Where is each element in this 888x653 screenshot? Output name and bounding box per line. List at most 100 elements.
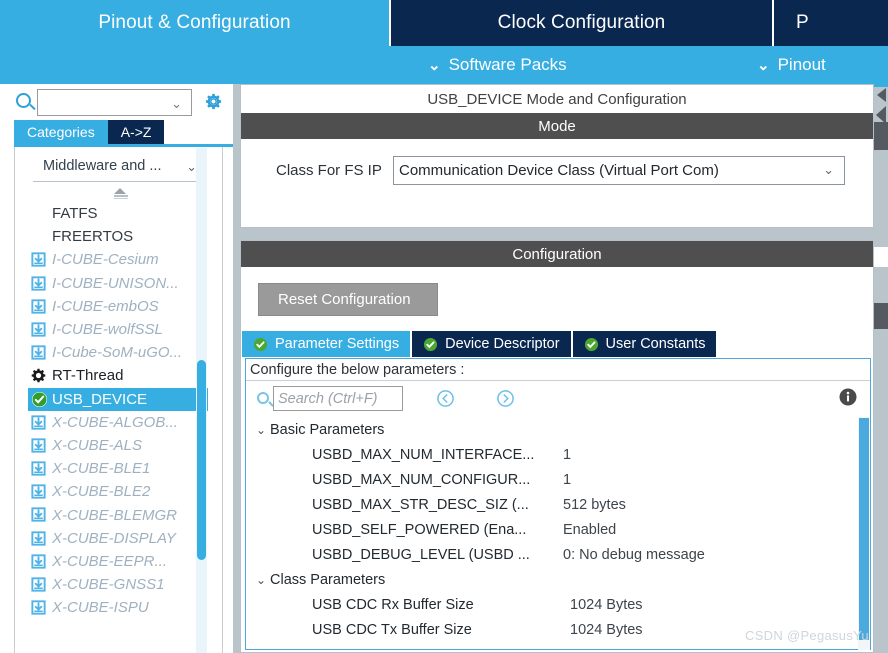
class-for-fs-ip-select[interactable]: Communication Device Class (Virtual Port… <box>393 155 845 185</box>
parameter-value: Enabled <box>563 521 617 538</box>
sidebar-item-label: X-CUBE-ISPU <box>52 599 149 617</box>
parameter-name: USBD_MAX_NUM_CONFIGUR... <box>312 471 531 488</box>
tab-pinout-configuration-label: Pinout & Configuration <box>98 12 291 33</box>
parameter-group-label: Class Parameters <box>270 571 386 588</box>
parameter-value: 0: No debug message <box>563 546 705 563</box>
parameter-name: USBD_SELF_POWERED (Ena... <box>312 521 527 538</box>
middleware-group-header[interactable]: Middleware and ... ⌄ <box>33 155 203 181</box>
secondary-toolbar: ⌄ Software Packs ⌄ Pinout <box>0 46 888 84</box>
download-icon <box>30 437 47 454</box>
sidebar-item-label: I-CUBE-UNISON... <box>52 274 179 292</box>
expand-arrow-icon[interactable] <box>876 88 886 102</box>
tab-categories[interactable]: Categories <box>14 120 108 144</box>
sidebar-item-x-cube-ble2[interactable]: X-CUBE-BLE2 <box>16 480 206 503</box>
sidebar-item-rt-thread[interactable]: RT-Thread <box>16 364 206 387</box>
tab-project-manager-label: P <box>796 12 809 33</box>
chevron-down-icon: ⌄ <box>428 57 441 74</box>
reset-configuration-label: Reset Configuration <box>278 291 411 308</box>
sidebar-item-x-cube-algob[interactable]: X-CUBE-ALGOB... <box>16 411 206 434</box>
main-tabbar: Pinout & Configuration Clock Configurati… <box>0 0 888 46</box>
reset-configuration-button[interactable]: Reset Configuration <box>258 283 438 316</box>
chevron-down-icon: ⌄ <box>171 96 182 111</box>
check-icon <box>423 337 438 352</box>
tab-user-constants[interactable]: User Constants <box>570 331 717 357</box>
chevron-down-icon: ⌄ <box>256 422 267 437</box>
download-icon <box>30 483 47 500</box>
sidebar-item-i-cube-som-ugo[interactable]: I-Cube-SoM-uGO... <box>16 341 206 364</box>
right-edge-panel <box>874 84 888 653</box>
parameter-search-input[interactable]: Search (Ctrl+F) <box>273 386 403 411</box>
download-icon <box>30 414 47 431</box>
gear-icon <box>30 367 47 384</box>
info-icon[interactable] <box>838 387 858 407</box>
component-tree-box: Middleware and ... ⌄ FATFS FREERTOS I-CUBE… <box>14 147 223 653</box>
sidebar-item-x-cube-gnss1[interactable]: X-CUBE-GNSS1 <box>16 573 206 596</box>
tab-device-descriptor-label: Device Descriptor <box>445 336 560 352</box>
table-row[interactable]: USBD_MAX_NUM_CONFIGUR... 1 <box>246 467 856 492</box>
sidebar-item-label: X-CUBE-DISPLAY <box>52 529 176 547</box>
sidebar-item-label: USB_DEVICE <box>52 390 148 408</box>
configuration-main-area: USB_DEVICE Mode and Configuration Mode C… <box>240 84 888 653</box>
sidebar-item-x-cube-display[interactable]: X-CUBE-DISPLAY <box>16 527 206 550</box>
table-row[interactable]: USBD_DEBUG_LEVEL (USBD ... 0: No debug me… <box>246 542 856 567</box>
download-icon <box>30 460 47 477</box>
sidebar-item-label: I-Cube-SoM-uGO... <box>52 344 183 362</box>
table-row[interactable]: USBD_SELF_POWERED (Ena... Enabled <box>246 517 856 542</box>
edge-block <box>874 122 888 150</box>
sidebar-item-i-cube-cesium[interactable]: I-CUBE-Cesium <box>16 248 206 271</box>
tab-clock-configuration[interactable]: Clock Configuration <box>389 0 774 46</box>
tab-pinout-configuration[interactable]: Pinout & Configuration <box>0 0 389 46</box>
tab-device-descriptor[interactable]: Device Descriptor <box>410 331 571 357</box>
software-packs-menu[interactable]: ⌄ Software Packs <box>428 46 567 84</box>
tab-parameter-settings[interactable]: Parameter Settings <box>242 331 411 357</box>
parameters-scrollbar-thumb[interactable] <box>859 418 869 640</box>
right-edge-accent <box>874 84 888 87</box>
download-icon <box>30 599 47 616</box>
tab-clock-configuration-label: Clock Configuration <box>497 12 666 33</box>
parameter-name: USBD_MAX_NUM_INTERFACE... <box>312 446 535 463</box>
sidebar-item-x-cube-blemgr[interactable]: X-CUBE-BLEMGR <box>16 503 206 526</box>
search-icon <box>257 392 269 404</box>
edge-block <box>874 247 888 267</box>
parameter-value: 512 bytes <box>563 496 626 513</box>
table-row[interactable]: USB CDC Rx Buffer Size 1024 Bytes <box>246 592 856 617</box>
sidebar-item-fatfs[interactable]: FATFS <box>16 202 206 225</box>
parameter-group-header[interactable]: ⌄ Basic Parameters <box>246 417 856 442</box>
parameter-value: 1024 Bytes <box>570 596 643 613</box>
chevron-down-icon: ⌄ <box>256 572 267 587</box>
software-packs-label: Software Packs <box>448 55 567 74</box>
prev-icon[interactable] <box>436 389 455 408</box>
sidebar-item-freertos[interactable]: FREERTOS <box>16 225 206 248</box>
sidebar-item-label: X-CUBE-ALGOB... <box>52 413 178 431</box>
table-row[interactable]: USBD_MAX_STR_DESC_SIZ (... 512 bytes <box>246 492 856 517</box>
parameter-group-header[interactable]: ⌄ Class Parameters <box>246 567 856 592</box>
table-row[interactable]: USBD_MAX_NUM_INTERFACE... 1 <box>246 442 856 467</box>
gear-icon[interactable] <box>204 92 223 111</box>
mode-panel-title: USB_DEVICE Mode and Configuration <box>241 85 873 113</box>
next-icon[interactable] <box>496 389 515 408</box>
sidebar-item-label: X-CUBE-GNSS1 <box>52 576 165 594</box>
middleware-group-label: Middleware and ... <box>43 158 162 174</box>
sidebar-item-label: X-CUBE-BLE1 <box>52 460 151 478</box>
tab-project-manager[interactable]: P <box>774 0 888 46</box>
sidebar-item-label: X-CUBE-BLEMGR <box>52 506 178 524</box>
sidebar-item-label: I-CUBE-embOS <box>52 297 159 315</box>
download-icon <box>30 275 47 292</box>
sidebar-item-x-cube-eepr[interactable]: X-CUBE-EEPR... <box>16 550 206 573</box>
parameter-value: 1024 Bytes <box>570 621 643 638</box>
class-for-fs-ip-value: Communication Device Class (Virtual Port… <box>399 161 719 179</box>
sidebar-item-x-cube-ble1[interactable]: X-CUBE-BLE1 <box>16 457 206 480</box>
sidebar-item-usb-device[interactable]: USB_DEVICE <box>28 387 208 411</box>
pinout-menu[interactable]: ⌄ Pinout <box>757 46 826 84</box>
sidebar-item-x-cube-ispu[interactable]: X-CUBE-ISPU <box>16 596 206 619</box>
sidebar-item-i-cube-unison[interactable]: I-CUBE-UNISON... <box>16 272 206 295</box>
sidebar-item-x-cube-als[interactable]: X-CUBE-ALS <box>16 434 206 457</box>
tab-a-to-z[interactable]: A->Z <box>107 120 165 144</box>
sidebar-search-input[interactable]: ⌄ <box>37 89 192 116</box>
scroll-up-icon[interactable] <box>114 188 128 200</box>
sidebar-item-i-cube-embos[interactable]: I-CUBE-embOS <box>16 295 206 318</box>
sidebar-item-label: I-CUBE-wolfSSL <box>52 321 163 339</box>
sidebar-item-i-cube-wolfssl[interactable]: I-CUBE-wolfSSL <box>16 318 206 341</box>
sidebar-scrollbar-thumb[interactable] <box>197 360 206 560</box>
parameter-search-row: Search (Ctrl+F) <box>246 382 870 416</box>
